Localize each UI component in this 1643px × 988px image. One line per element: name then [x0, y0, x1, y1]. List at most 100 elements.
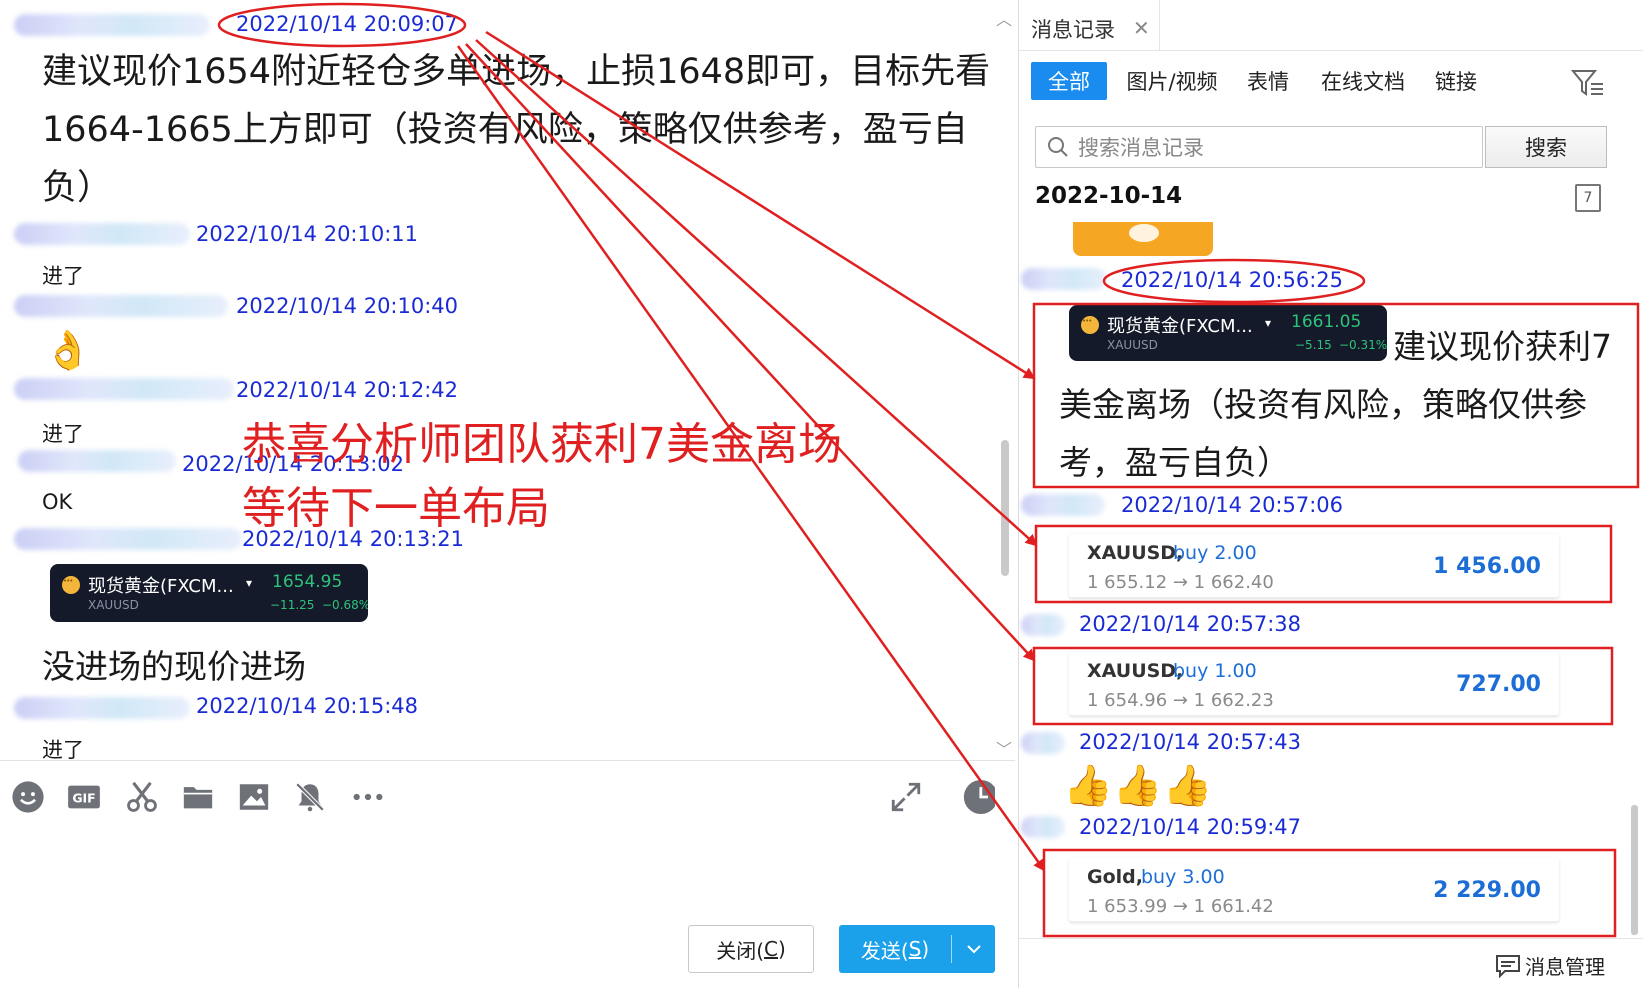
trade-prices: 1 653.99 → 1 661.42 [1087, 896, 1274, 917]
message-timestamp: 2022/10/14 20:15:48 [196, 694, 419, 718]
message-timestamp: 2022/10/14 20:57:38 [1079, 612, 1302, 636]
footer-divider [1019, 938, 1643, 939]
announcement-line: 恭喜分析师团队获利7美金离场 [242, 419, 842, 470]
trade-symbol: XAUUSD, [1087, 660, 1184, 682]
filter-tab-stickers[interactable]: 表情 [1241, 62, 1295, 100]
trade-symbol: Gold, [1087, 866, 1143, 888]
chat-bubble-icon [1496, 954, 1520, 978]
chat-message-list[interactable]: 2022/10/14 20:09:07 建议现价1654附近轻仓多单进场，止损1… [0, 0, 1015, 760]
quote-price: 1661.05 [1291, 312, 1362, 332]
message-timestamp: 2022/10/14 20:10:40 [236, 294, 459, 318]
blurred-sender-name [1021, 614, 1065, 636]
filter-tab-links[interactable]: 链接 [1429, 62, 1483, 100]
date-heading: 2022-10-14 [1035, 183, 1183, 209]
close-icon[interactable]: ✕ [1133, 16, 1150, 40]
message-text: 进了 [42, 264, 84, 288]
search-button[interactable]: 搜索 [1485, 126, 1607, 168]
message-management-label: 消息管理 [1525, 955, 1605, 979]
quote-symbol: XAUUSD [1107, 338, 1158, 352]
blurred-sender-name [14, 378, 234, 400]
message-text-line: 建议现价1654附近轻仓多单进场，止损1648即可，目标先看 [42, 52, 991, 92]
trade-side: buy 1.00 [1173, 660, 1257, 682]
message-text: OK [42, 490, 73, 514]
send-button[interactable]: 发送(S) [839, 925, 995, 973]
search-box[interactable] [1035, 126, 1483, 168]
trade-prices: 1 655.12 → 1 662.40 [1087, 572, 1274, 593]
trade-profit: 727.00 [1456, 672, 1541, 697]
message-text-line: 负） [42, 168, 113, 208]
message-text-line: 1664-1665上方即可（投资有风险，策略仅供参考，盈亏自 [42, 110, 968, 150]
quote-change-pct: −0.31% [1339, 338, 1387, 352]
blurred-sender-name [1021, 494, 1105, 516]
trade-result-card[interactable]: Gold, buy 3.00 1 653.99 → 1 661.42 2 229… [1069, 858, 1559, 922]
input-toolbar: GIF [0, 760, 1015, 814]
send-options-chevron-icon[interactable] [953, 925, 995, 973]
ok-hand-emoji: 👌 [44, 328, 92, 372]
quote-change: −5.15 [1295, 338, 1332, 352]
message-history-panel: 消息记录 ✕ 全部 图片/视频 表情 在线文档 链接 搜索 2022-10-14… [1018, 0, 1643, 988]
calendar-icon[interactable]: 7 [1575, 184, 1601, 212]
gold-quote-card[interactable]: 现货黄金(FXCM... ▾ XAUUSD 1654.95 −11.25 −0.… [50, 564, 368, 622]
message-timestamp: 2022/10/14 20:59:47 [1079, 815, 1302, 839]
trade-result-card[interactable]: XAUUSD, buy 1.00 1 654.96 → 1 662.23 727… [1069, 652, 1559, 716]
trade-symbol: XAUUSD, [1087, 542, 1184, 564]
caret-down-icon: ▾ [246, 576, 253, 590]
tab-divider [1159, 0, 1160, 50]
blurred-sender-name [1021, 268, 1107, 290]
history-scrollbar-thumb[interactable] [1631, 805, 1638, 935]
sticker-image-partial [1073, 222, 1213, 256]
scroll-down-arrow[interactable]: ﹀ [996, 736, 1012, 760]
gold-quote-card[interactable]: 现货黄金(FXCM... ▾ XAUUSD 1661.05 −5.15 −0.3… [1069, 305, 1387, 361]
svg-text:GIF: GIF [72, 791, 95, 806]
scroll-up-arrow[interactable]: ︿ [996, 6, 1012, 30]
trade-side: buy 3.00 [1141, 866, 1225, 888]
gold-coin-icon [1081, 316, 1099, 334]
blurred-sender-name [14, 223, 190, 245]
message-timestamp: 2022/10/14 20:57:43 [1079, 730, 1302, 754]
message-timestamp: 2022/10/14 20:57:06 [1121, 493, 1344, 517]
blurred-sender-name [14, 14, 210, 36]
filter-funnel-icon[interactable] [1570, 68, 1605, 102]
message-text-line: 考，盈亏自负） [1059, 443, 1290, 482]
send-button-divider [951, 935, 952, 963]
search-icon [1046, 135, 1070, 163]
trade-profit: 1 456.00 [1433, 554, 1541, 579]
announcement-line: 等待下一单布局 [242, 483, 550, 534]
tab-underline [1019, 50, 1643, 51]
quote-change: −11.25 [270, 598, 315, 612]
message-timestamp: 2022/10/14 20:10:11 [196, 222, 419, 246]
blurred-sender-name [14, 295, 228, 317]
blurred-sender-name [18, 450, 176, 472]
message-timestamp: 2022/10/14 20:12:42 [236, 378, 459, 402]
search-input[interactable] [1078, 133, 1468, 163]
message-text: 进了 [42, 422, 84, 446]
quote-price: 1654.95 [272, 572, 343, 592]
message-timestamp: 2022/10/14 20:09:07 [236, 12, 459, 36]
trade-profit: 2 229.00 [1433, 878, 1541, 903]
trade-prices: 1 654.96 → 1 662.23 [1087, 690, 1274, 711]
send-button-label[interactable]: 发送(S) [839, 925, 951, 973]
trade-result-card[interactable]: XAUUSD, buy 2.00 1 655.12 → 1 662.40 1 4… [1069, 534, 1559, 598]
blurred-sender-name [1021, 816, 1065, 838]
blurred-sender-name [1021, 732, 1065, 754]
blurred-sender-name [14, 528, 242, 550]
message-text-line: 建议现价获利7 [1393, 327, 1612, 366]
quote-name: 现货黄金(FXCM... [88, 576, 234, 597]
chat-scrollbar-thumb[interactable] [1001, 440, 1009, 576]
filter-tab-docs[interactable]: 在线文档 [1313, 62, 1413, 100]
quote-change-pct: −0.68% [322, 598, 368, 612]
message-text: 进了 [42, 738, 84, 760]
quote-name: 现货黄金(FXCM... [1107, 316, 1253, 337]
message-text: 没进场的现价进场 [42, 647, 306, 686]
gold-coin-icon [62, 576, 80, 594]
filter-tab-media[interactable]: 图片/视频 [1121, 62, 1223, 100]
history-tab-title[interactable]: 消息记录 [1031, 14, 1115, 44]
message-timestamp: 2022/10/14 20:56:25 [1121, 268, 1344, 292]
caret-down-icon: ▾ [1265, 316, 1272, 330]
close-button[interactable]: 关闭(C) [688, 925, 814, 973]
message-management-button[interactable]: 消息管理 [1495, 951, 1605, 980]
trade-side: buy 2.00 [1173, 542, 1257, 564]
chat-window: 2022/10/14 20:09:07 建议现价1654附近轻仓多单进场，止损1… [0, 0, 1015, 988]
filter-tab-all[interactable]: 全部 [1031, 62, 1107, 100]
message-text-line: 美金离场（投资有风险，策略仅供参 [1059, 385, 1587, 424]
